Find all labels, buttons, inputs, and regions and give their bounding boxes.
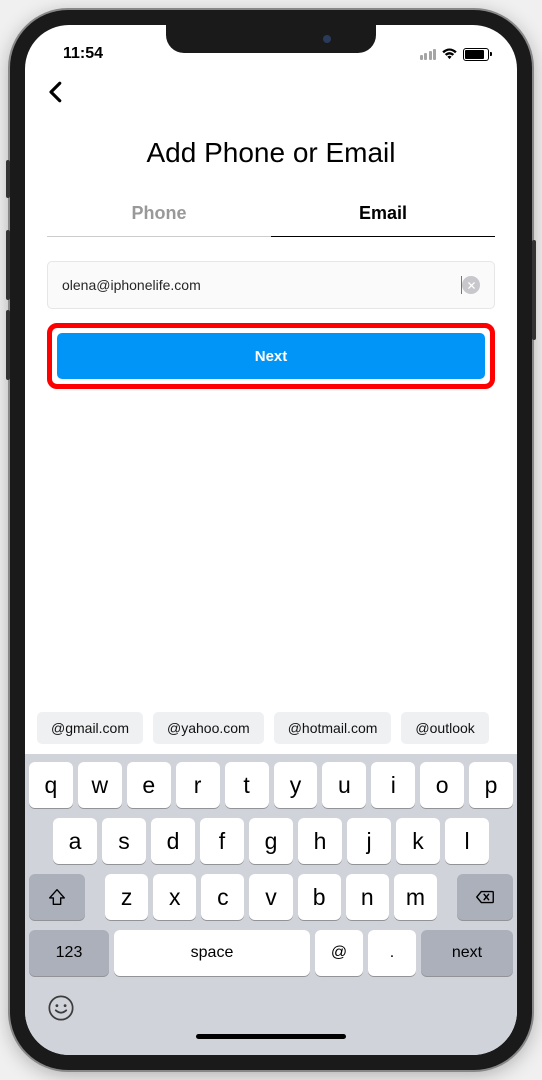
- key-e[interactable]: e: [127, 762, 171, 808]
- key-t[interactable]: t: [225, 762, 269, 808]
- key-s[interactable]: s: [102, 818, 146, 864]
- dot-key[interactable]: .: [368, 930, 416, 976]
- page-title: Add Phone or Email: [47, 137, 495, 169]
- key-v[interactable]: v: [249, 874, 292, 920]
- notch: [166, 25, 376, 53]
- key-j[interactable]: j: [347, 818, 391, 864]
- nav-bar: [25, 71, 517, 119]
- space-key[interactable]: space: [114, 930, 310, 976]
- home-indicator[interactable]: [196, 1034, 346, 1039]
- email-suggestions: @gmail.com @yahoo.com @hotmail.com @outl…: [25, 702, 517, 754]
- next-button-highlight: Next: [47, 323, 495, 389]
- next-button[interactable]: Next: [57, 333, 485, 379]
- keyboard-row-4: 123 space @ . next: [29, 930, 513, 976]
- key-m[interactable]: m: [394, 874, 437, 920]
- keyboard-row-3: z x c v b n m: [29, 874, 513, 920]
- key-h[interactable]: h: [298, 818, 342, 864]
- keyboard-bottom: [29, 986, 513, 1028]
- key-u[interactable]: u: [322, 762, 366, 808]
- key-o[interactable]: o: [420, 762, 464, 808]
- key-g[interactable]: g: [249, 818, 293, 864]
- key-y[interactable]: y: [274, 762, 318, 808]
- wifi-icon: [441, 48, 458, 61]
- key-i[interactable]: i: [371, 762, 415, 808]
- backspace-key[interactable]: [457, 874, 513, 920]
- keyboard-next-key[interactable]: next: [421, 930, 513, 976]
- key-a[interactable]: a: [53, 818, 97, 864]
- back-button[interactable]: [41, 77, 71, 107]
- key-x[interactable]: x: [153, 874, 196, 920]
- key-w[interactable]: w: [78, 762, 122, 808]
- numbers-key[interactable]: 123: [29, 930, 109, 976]
- screen: 11:54 Add Phone or Email Phone: [25, 25, 517, 1055]
- suggestion-item[interactable]: @hotmail.com: [274, 712, 392, 744]
- key-b[interactable]: b: [298, 874, 341, 920]
- keyboard: q w e r t y u i o p a s d f g h: [25, 754, 517, 1055]
- key-l[interactable]: l: [445, 818, 489, 864]
- key-f[interactable]: f: [200, 818, 244, 864]
- shift-key[interactable]: [29, 874, 85, 920]
- volume-up-button: [6, 230, 10, 300]
- suggestion-item[interactable]: @outlook: [401, 712, 488, 744]
- cellular-signal-icon: [420, 49, 437, 60]
- phone-frame: 11:54 Add Phone or Email Phone: [10, 10, 532, 1070]
- key-c[interactable]: c: [201, 874, 244, 920]
- side-button: [6, 160, 10, 198]
- key-k[interactable]: k: [396, 818, 440, 864]
- status-time: 11:54: [53, 45, 103, 63]
- email-input-field[interactable]: olena@iphonelife.com: [47, 261, 495, 309]
- key-z[interactable]: z: [105, 874, 148, 920]
- key-n[interactable]: n: [346, 874, 389, 920]
- keyboard-area: @gmail.com @yahoo.com @hotmail.com @outl…: [25, 702, 517, 1055]
- status-icons: [420, 48, 490, 61]
- tab-phone[interactable]: Phone: [47, 191, 271, 237]
- key-r[interactable]: r: [176, 762, 220, 808]
- battery-icon: [463, 48, 489, 61]
- volume-down-button: [6, 310, 10, 380]
- key-p[interactable]: p: [469, 762, 513, 808]
- keyboard-row-2: a s d f g h j k l: [29, 818, 513, 864]
- email-input-value: olena@iphonelife.com: [62, 277, 462, 293]
- tab-email[interactable]: Email: [271, 191, 495, 237]
- power-button: [532, 240, 536, 340]
- key-d[interactable]: d: [151, 818, 195, 864]
- camera-dot: [323, 35, 331, 43]
- tabs: Phone Email: [47, 191, 495, 237]
- key-q[interactable]: q: [29, 762, 73, 808]
- content: Add Phone or Email Phone Email olena@iph…: [25, 137, 517, 389]
- keyboard-row-1: q w e r t y u i o p: [29, 762, 513, 808]
- emoji-button[interactable]: [47, 994, 75, 1022]
- suggestion-item[interactable]: @yahoo.com: [153, 712, 264, 744]
- clear-input-button[interactable]: [462, 276, 480, 294]
- suggestion-item[interactable]: @gmail.com: [37, 712, 143, 744]
- at-key[interactable]: @: [315, 930, 363, 976]
